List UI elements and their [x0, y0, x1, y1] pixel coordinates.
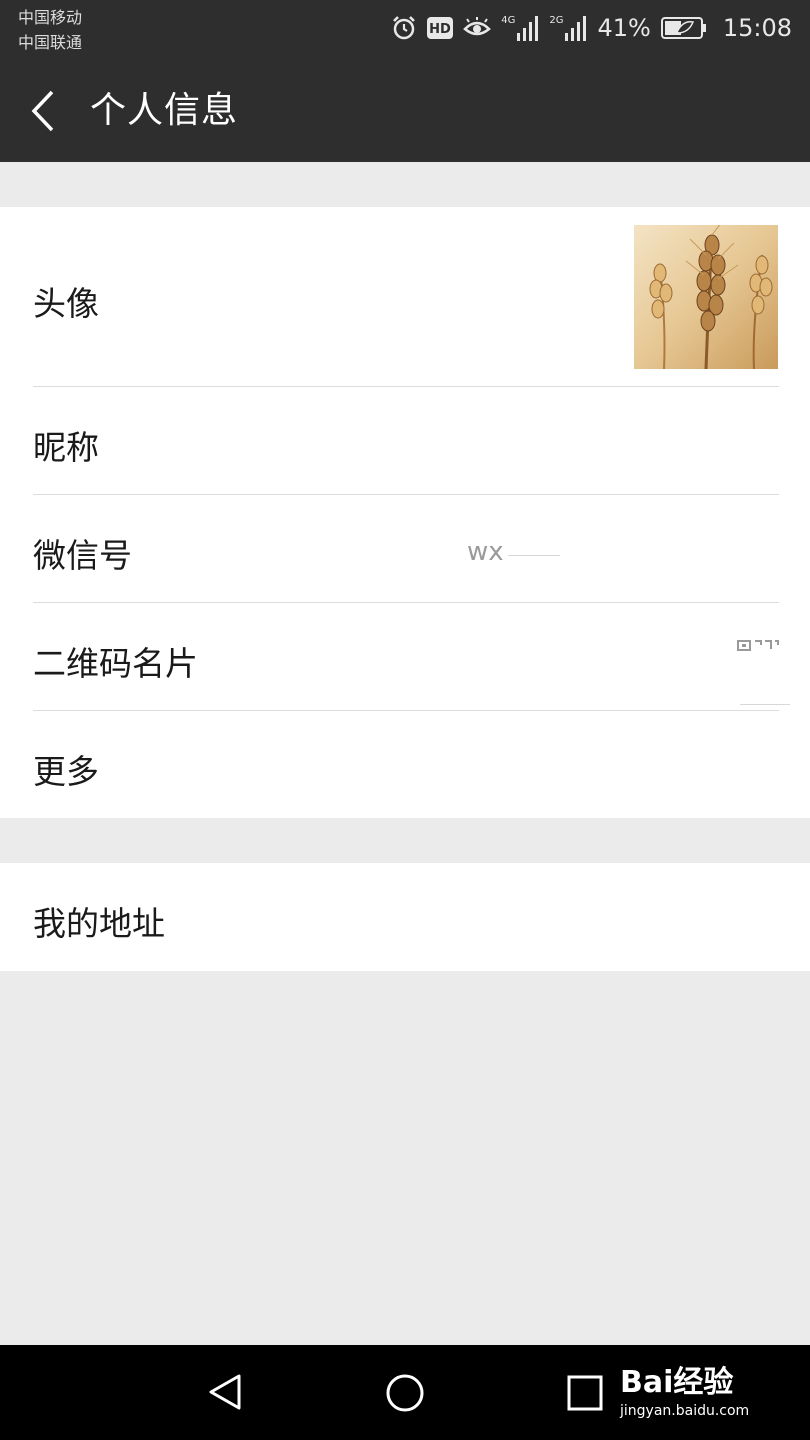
battery-percent: 41% — [597, 14, 651, 42]
square-recent-icon[interactable] — [566, 1374, 604, 1416]
my-address-row[interactable]: 我的地址 — [0, 863, 810, 971]
title-bar: 个人信息 — [0, 60, 810, 162]
clock: 15:08 — [722, 14, 792, 42]
alarm-icon — [391, 15, 417, 41]
circle-home-icon[interactable] — [384, 1372, 426, 1418]
page-title: 个人信息 — [90, 90, 239, 131]
more-row[interactable]: 更多 — [0, 711, 810, 818]
wechat-id-row[interactable]: 微信号 wx — [0, 495, 810, 603]
avatar-label: 头像 — [33, 284, 99, 323]
back-button[interactable] — [22, 86, 66, 136]
carrier-2: 中国联通 — [18, 33, 83, 52]
nickname-label: 昵称 — [33, 428, 99, 467]
signal-2g-icon: 2G — [549, 15, 587, 41]
triangle-back-icon[interactable] — [205, 1372, 245, 1416]
my-address-label: 我的地址 — [33, 904, 165, 943]
wechat-id-value: wx — [467, 537, 504, 567]
watermark-url: jingyan.baidu.com — [620, 1403, 750, 1419]
status-bar: 中国移动 中国联通 HD 4G 2G 41% 15:08 — [0, 0, 810, 60]
profile-settings-group: 头像 昵称 微信号 wx 二维码名片 更多 — [0, 207, 810, 818]
network-2-label: 2G — [549, 15, 564, 26]
baidu-jingyan-watermark: Bai经验 jingyan.baidu.com — [620, 1357, 749, 1419]
watermark-brand: Bai经验 — [620, 1365, 734, 1400]
redaction-mark — [740, 704, 790, 705]
wechat-id-label: 微信号 — [33, 536, 132, 575]
navigation-bar: Bai经验 jingyan.baidu.com — [0, 1345, 810, 1440]
carrier-1: 中国移动 — [18, 8, 83, 27]
svg-text:HD: HD — [429, 22, 451, 37]
more-label: 更多 — [33, 752, 99, 791]
carrier-info: 中国移动 中国联通 — [18, 5, 82, 55]
avatar-row[interactable]: 头像 — [0, 207, 810, 387]
hd-icon: HD — [427, 17, 454, 39]
address-group: 我的地址 — [0, 863, 810, 971]
avatar[interactable] — [634, 225, 778, 369]
signal-4g-icon: 4G — [501, 15, 539, 41]
chevron-left-icon — [22, 90, 66, 140]
nickname-row[interactable]: 昵称 — [0, 387, 810, 495]
redaction-mark — [508, 555, 560, 556]
qr-card-label: 二维码名片 — [33, 644, 198, 683]
battery-icon — [660, 16, 707, 40]
status-icons: HD 4G 2G 41% 15:08 — [391, 10, 792, 46]
eye-icon — [463, 17, 492, 39]
qr-code-icon — [737, 636, 779, 655]
network-1-label: 4G — [501, 15, 516, 26]
qr-card-row[interactable]: 二维码名片 — [0, 603, 810, 711]
